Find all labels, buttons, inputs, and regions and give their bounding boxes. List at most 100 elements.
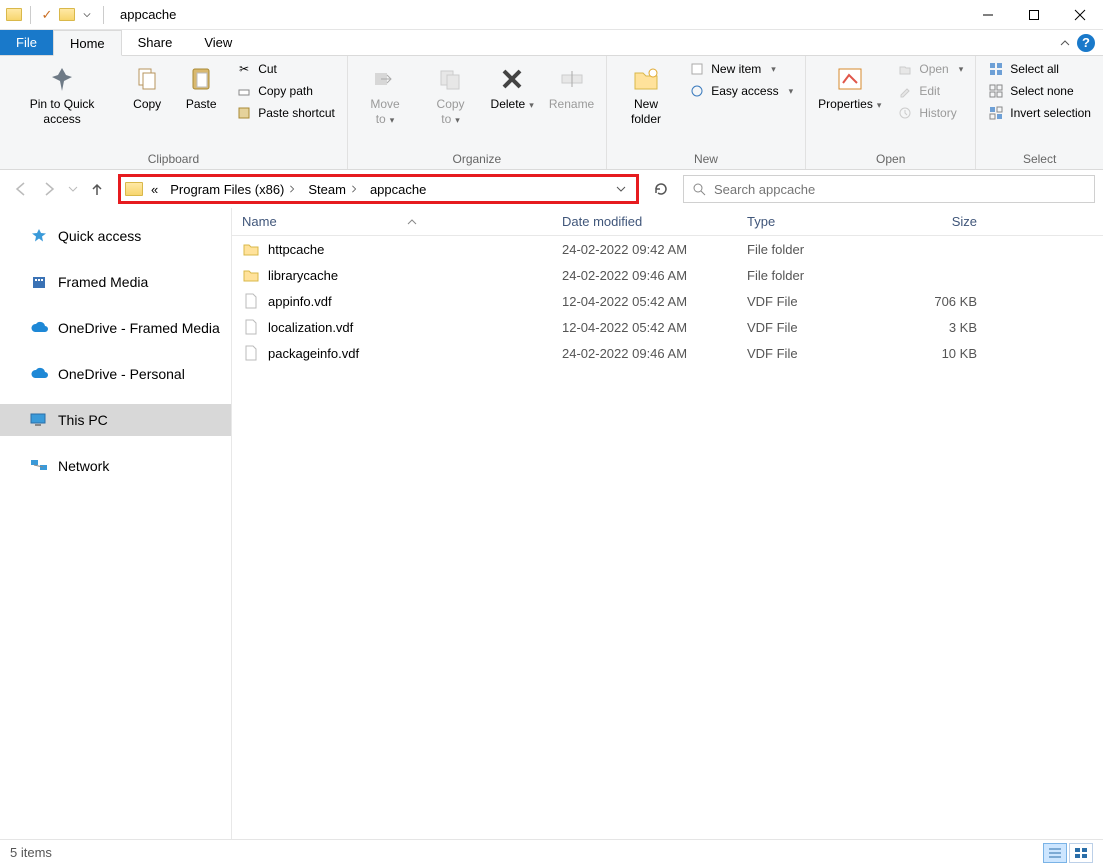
column-header-name[interactable]: Name [232,214,552,229]
copy-to-icon [435,63,467,95]
open-button[interactable]: Open [891,59,969,79]
sidebar-item-onedrive-framed[interactable]: OneDrive - Framed Media [0,312,231,344]
qat-properties-icon[interactable]: ✓ [39,7,55,23]
cut-button[interactable]: ✂Cut [230,59,341,79]
new-folder-button[interactable]: New folder [613,59,679,131]
ribbon-group-label: New [613,150,799,169]
rename-button[interactable]: Rename [543,59,599,116]
ribbon-group-select: Select all Select none Invert selection … [976,56,1103,169]
delete-button[interactable]: Delete [485,59,539,116]
sidebar-item-this-pc[interactable]: This PC [0,404,231,436]
back-button[interactable] [12,180,30,198]
file-name: librarycache [268,268,552,283]
file-row[interactable]: packageinfo.vdf 24-02-2022 09:46 AM VDF … [232,340,1103,366]
file-size: 3 KB [887,320,987,335]
paste-shortcut-button[interactable]: Paste shortcut [230,103,341,123]
ribbon-group-open: Properties Open Edit History Open [806,56,976,169]
column-header-type[interactable]: Type [737,214,887,229]
chevron-right-icon [288,185,296,193]
qat-folder-icon[interactable] [59,8,75,21]
file-row[interactable]: httpcache 24-02-2022 09:42 AM File folde… [232,236,1103,262]
select-none-button[interactable]: Select none [982,81,1097,101]
sort-indicator-icon [283,219,542,225]
collapse-ribbon-icon[interactable] [1059,37,1071,49]
new-folder-icon [630,63,662,95]
folder-icon [242,266,260,284]
recent-locations-button[interactable] [68,184,78,194]
copy-path-button[interactable]: Copy path [230,81,341,101]
breadcrumb-seg-1[interactable]: Program Files (x86) [164,177,302,201]
invert-selection-button[interactable]: Invert selection [982,103,1097,123]
file-name: localization.vdf [268,320,552,335]
search-input[interactable] [714,182,1086,197]
search-box[interactable] [683,175,1095,203]
file-row[interactable]: librarycache 24-02-2022 09:46 AM File fo… [232,262,1103,288]
address-bar[interactable]: « Program Files (x86) Steam appcache [118,174,639,204]
file-date: 24-02-2022 09:42 AM [552,242,737,257]
minimize-button[interactable] [965,0,1011,30]
move-to-icon [369,63,401,95]
building-icon [30,273,48,291]
properties-button[interactable]: Properties [812,59,887,116]
refresh-button[interactable] [647,175,675,203]
tab-home[interactable]: Home [53,30,122,56]
copy-icon [131,63,163,95]
breadcrumb-overflow[interactable]: « [145,177,164,201]
file-type: VDF File [737,346,887,361]
paste-icon [185,63,217,95]
ribbon-tabs: File Home Share View ? [0,30,1103,56]
navigation-pane: Quick access Framed Media OneDrive - Fra… [0,208,232,839]
forward-button[interactable] [40,180,58,198]
help-icon[interactable]: ? [1077,34,1095,52]
sidebar-item-network[interactable]: Network [0,450,231,482]
edit-button[interactable]: Edit [891,81,969,101]
close-button[interactable] [1057,0,1103,30]
file-name: appinfo.vdf [268,294,552,309]
sidebar-item-onedrive-personal[interactable]: OneDrive - Personal [0,358,231,390]
address-dropdown[interactable] [610,184,632,194]
maximize-button[interactable] [1011,0,1057,30]
ribbon-group-label: Select [982,150,1097,169]
navigation-bar: « Program Files (x86) Steam appcache [0,170,1103,208]
easy-access-button[interactable]: Easy access [683,81,799,101]
tab-share[interactable]: Share [122,30,189,55]
move-to-button[interactable]: Move to [354,59,416,131]
column-header-size[interactable]: Size [887,214,987,229]
window-title: appcache [120,7,176,22]
file-type: VDF File [737,294,887,309]
properties-icon [834,63,866,95]
search-icon [692,182,706,196]
pin-icon [46,63,78,95]
folder-icon [242,240,260,258]
file-icon [242,344,260,362]
history-button[interactable]: History [891,103,969,123]
details-view-button[interactable] [1043,843,1067,863]
copy-to-button[interactable]: Copy to [420,59,481,131]
file-icon [242,292,260,310]
column-header-date[interactable]: Date modified [552,214,737,229]
file-size: 706 KB [887,294,987,309]
breadcrumb-seg-3[interactable]: appcache [364,177,432,201]
file-list: httpcache 24-02-2022 09:42 AM File folde… [232,236,1103,366]
breadcrumb-seg-2[interactable]: Steam [302,177,364,201]
file-row[interactable]: appinfo.vdf 12-04-2022 05:42 AM VDF File… [232,288,1103,314]
copy-button[interactable]: Copy [122,59,172,116]
sidebar-item-framed-media[interactable]: Framed Media [0,266,231,298]
pin-to-quick-access-button[interactable]: Pin to Quick access [6,59,118,131]
file-date: 12-04-2022 05:42 AM [552,294,737,309]
tab-file[interactable]: File [0,30,53,55]
paste-button[interactable]: Paste [176,59,226,116]
ribbon-group-label: Open [812,150,969,169]
tab-view[interactable]: View [188,30,248,55]
sidebar-item-quick-access[interactable]: Quick access [0,220,231,252]
qat-dropdown-icon[interactable] [83,11,91,19]
easy-access-icon [689,83,705,99]
new-item-button[interactable]: New item [683,59,799,79]
file-row[interactable]: localization.vdf 12-04-2022 05:42 AM VDF… [232,314,1103,340]
select-all-button[interactable]: Select all [982,59,1097,79]
thumbnails-view-button[interactable] [1069,843,1093,863]
main-area: Quick access Framed Media OneDrive - Fra… [0,208,1103,839]
up-button[interactable] [88,180,106,198]
cloud-icon [30,365,48,383]
paste-shortcut-icon [236,105,252,121]
